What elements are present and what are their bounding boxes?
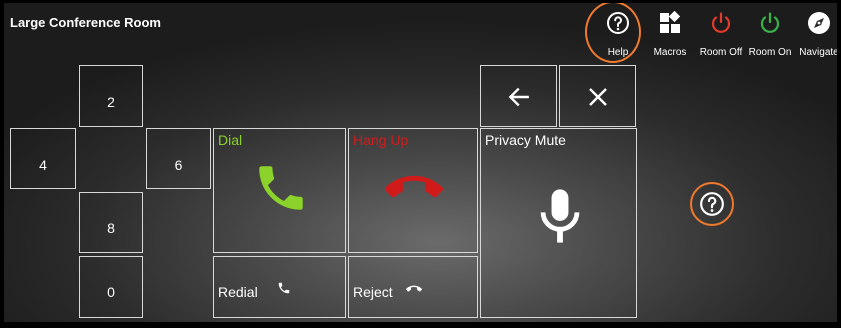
- macros-button[interactable]: Macros: [645, 7, 695, 59]
- app-window: Large Conference Room Help Macros Room O…: [4, 3, 837, 322]
- help-hint-button[interactable]: [690, 182, 734, 226]
- help-highlight-ring: [585, 3, 641, 63]
- redial-button[interactable]: Redial: [213, 256, 346, 318]
- reject-button[interactable]: Reject: [348, 256, 478, 318]
- dial-button[interactable]: Dial: [213, 128, 346, 253]
- privacy-mute-button[interactable]: Privacy Mute: [480, 128, 637, 318]
- backspace-button[interactable]: [480, 65, 557, 127]
- phone-hangup-icon: [406, 285, 422, 292]
- room-on-button[interactable]: Room On: [745, 7, 795, 59]
- phone-icon: [278, 282, 290, 294]
- navigate-label: Navigate: [799, 47, 837, 58]
- keypad-key-8[interactable]: 8: [79, 192, 143, 253]
- keypad-key-4[interactable]: 4: [10, 128, 76, 189]
- room-off-button[interactable]: Room Off: [696, 7, 746, 59]
- keypad-key-0[interactable]: 0: [79, 256, 143, 318]
- room-off-label: Room Off: [699, 47, 743, 58]
- hang-up-label: Hang Up: [353, 132, 409, 148]
- hang-up-button[interactable]: Hang Up: [348, 128, 478, 253]
- close-icon: [589, 88, 607, 106]
- key-label: 6: [174, 157, 183, 173]
- key-label: 2: [107, 94, 115, 110]
- redial-label: Redial: [218, 284, 258, 300]
- microphone-icon: [540, 189, 580, 243]
- power-icon: [711, 12, 731, 33]
- arrow-left-icon: [508, 87, 529, 107]
- room-title: Large Conference Room: [10, 15, 161, 30]
- help-circle-icon: [700, 192, 724, 216]
- privacy-mute-label: Privacy Mute: [485, 132, 566, 148]
- power-icon: [760, 12, 780, 33]
- reject-label: Reject: [353, 284, 393, 300]
- keypad-key-6[interactable]: 6: [146, 128, 211, 189]
- dial-label: Dial: [218, 132, 243, 148]
- navigate-button[interactable]: Navigate: [794, 7, 837, 59]
- key-label: 4: [39, 157, 47, 173]
- macros-grid-icon: [660, 11, 681, 33]
- room-on-label: Room On: [748, 47, 792, 58]
- keypad-key-2[interactable]: 2: [79, 65, 143, 127]
- clear-button[interactable]: [559, 65, 636, 127]
- macros-label: Macros: [653, 47, 687, 58]
- compass-icon: [808, 12, 830, 34]
- key-label: 0: [107, 284, 115, 300]
- phone-hangup-icon: [385, 175, 443, 198]
- phone-icon: [259, 166, 303, 210]
- key-label: 8: [107, 220, 115, 236]
